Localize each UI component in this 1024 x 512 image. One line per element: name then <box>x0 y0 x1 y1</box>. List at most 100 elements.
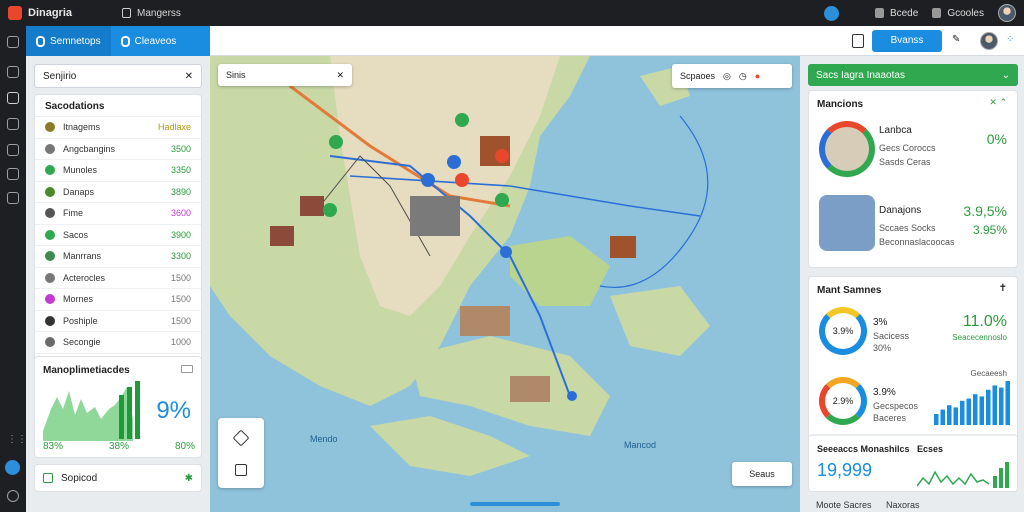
shield-icon[interactable] <box>7 192 19 204</box>
tab-cleaveos[interactable]: Cleaveos <box>111 26 187 56</box>
route-icon[interactable] <box>7 144 19 156</box>
route-blue-3 <box>599 115 709 288</box>
timer-icon[interactable]: ◷ <box>739 71 747 82</box>
bottom-card[interactable]: Sopicod ✱ <box>34 464 202 492</box>
item-value: 1000 <box>170 337 191 348</box>
row-sub: Beconnaslacoocas <box>879 237 955 247</box>
map-pin[interactable] <box>495 193 509 207</box>
bar <box>979 396 984 425</box>
bar <box>953 407 958 425</box>
row-sub: Gecs Coroccs <box>879 143 936 153</box>
item-icon <box>45 165 55 176</box>
list-item[interactable]: Munoles 3350 <box>35 160 201 182</box>
pin-icon[interactable]: ✝ <box>999 283 1007 294</box>
island <box>610 286 710 356</box>
green-header[interactable]: Sacs Iagra Inaaotas ⌄ <box>808 64 1018 86</box>
toolbar-button[interactable]: Bvanss <box>872 30 942 52</box>
table-icon[interactable] <box>7 118 19 130</box>
map-view[interactable]: Sinis ✕ Scpaoes ◎ ◷ ● Seaus Mendo Mancod <box>210 56 800 512</box>
avatar[interactable] <box>998 4 1016 22</box>
menu-icon[interactable] <box>181 365 193 373</box>
list-item[interactable]: Mornes 1500 <box>35 289 201 311</box>
chevron-down-icon[interactable]: ⌄ <box>1002 70 1010 81</box>
horizontal-scrollbar[interactable] <box>470 502 560 506</box>
item-name: Manrrans <box>63 251 102 262</box>
map-pin[interactable] <box>421 173 435 187</box>
app-logo[interactable]: Dinagria <box>0 6 110 20</box>
map-pin[interactable] <box>495 149 509 163</box>
list-item[interactable]: Fime 3600 <box>35 203 201 225</box>
donut-center: 2.9% <box>832 396 854 406</box>
more-icon[interactable]: ⋮⋮ <box>7 434 27 446</box>
user-menu-1[interactable]: Bcede <box>874 8 918 19</box>
green-header-label: Sacs Iagra Inaaotas <box>816 69 905 81</box>
help-icon[interactable] <box>5 460 20 475</box>
donut-center: 3.9% <box>832 326 854 336</box>
building <box>610 236 636 258</box>
right-panel: Sacs Iagra Inaaotas ⌄ Mancions ✕ ⌃ Lanbc… <box>800 56 1024 512</box>
donut-label: 3.9% <box>873 387 896 398</box>
map-pin[interactable] <box>455 173 469 187</box>
refresh-icon[interactable] <box>7 168 19 180</box>
left-panel: Senjirio ✕ Sacodations Itnagems Hadlaxe An… <box>26 56 210 512</box>
close-icon[interactable]: ✕ <box>185 71 193 82</box>
home-icon[interactable] <box>7 66 19 78</box>
bar-label: Gecaeesh <box>970 369 1007 378</box>
edit-icon[interactable]: ✎ <box>952 34 964 48</box>
notification-icon[interactable] <box>823 5 839 21</box>
map-pin[interactable] <box>447 155 461 169</box>
bar <box>119 395 124 439</box>
user-menu-2[interactable]: Gcooles <box>932 8 984 19</box>
map-action-button[interactable]: Seaus <box>732 462 792 486</box>
toolbar-avatar[interactable] <box>980 32 998 50</box>
list-item[interactable]: Poshiple 1500 <box>35 311 201 332</box>
card-title: Seeeaccs Monashilcs <box>817 444 910 454</box>
map-pin[interactable] <box>500 246 512 258</box>
list-item[interactable]: Secongie 1000 <box>35 332 201 354</box>
donut-chart: 3.9% <box>819 307 867 355</box>
calendar-icon[interactable] <box>235 464 247 476</box>
bottom-card-label: Sopicod <box>61 472 98 484</box>
item-value: 1500 <box>170 272 191 283</box>
star-icon[interactable]: ✱ <box>185 473 193 484</box>
list-item[interactable]: Danaps 3890 <box>35 182 201 203</box>
search-input[interactable]: Senjirio ✕ <box>34 64 202 88</box>
top-tab[interactable]: Mangerss <box>122 8 181 19</box>
eraser-icon[interactable] <box>232 429 250 447</box>
donut-icon <box>819 121 875 177</box>
list-item[interactable]: Manrrans 3300 <box>35 246 201 268</box>
map-pin[interactable] <box>455 113 469 127</box>
map-pin[interactable] <box>567 391 577 401</box>
grid-menu-icon[interactable]: ⁘ <box>1006 34 1018 48</box>
close-icon[interactable]: ✕ <box>336 70 344 81</box>
list-item[interactable]: Sacos 3900 <box>35 225 201 246</box>
map-pin[interactable] <box>329 135 343 149</box>
tab-bar: Semnetops Cleaveos <box>26 26 210 56</box>
sparkline <box>917 462 1009 488</box>
tab-semnetops[interactable]: Semnetops <box>26 26 111 56</box>
power-icon[interactable] <box>7 490 19 502</box>
map-tools: Scpaoes ◎ ◷ ● <box>672 64 792 88</box>
bar <box>127 387 132 439</box>
record-icon[interactable]: ● <box>755 71 760 81</box>
map-search-value: Sinis <box>226 70 246 80</box>
map-search-input[interactable]: Sinis ✕ <box>218 64 352 86</box>
map-pin[interactable] <box>323 203 337 217</box>
collapse-icon[interactable]: ✕ ⌃ <box>989 97 1007 108</box>
tab-label: Cleaveos <box>134 35 177 47</box>
footer-text: Moote Sacres <box>816 500 872 510</box>
map-canvas <box>210 56 710 476</box>
island <box>510 236 610 306</box>
grid-icon[interactable] <box>7 36 19 48</box>
building <box>410 196 460 236</box>
layers-icon[interactable] <box>7 92 19 104</box>
clipboard-icon[interactable] <box>852 34 864 48</box>
compass-icon[interactable]: ◎ <box>723 71 731 82</box>
donut-sub: Baceres <box>873 413 907 423</box>
list-item[interactable]: Acterocles 1500 <box>35 268 201 289</box>
list-item[interactable]: Itnagems Hadlaxe <box>35 117 201 139</box>
list-item[interactable]: Angcbangins 3500 <box>35 139 201 160</box>
item-name: Angcbangins <box>63 143 116 154</box>
item-name: Sacos <box>63 229 89 240</box>
chart-foot: 83% 38% 80% <box>43 441 195 452</box>
